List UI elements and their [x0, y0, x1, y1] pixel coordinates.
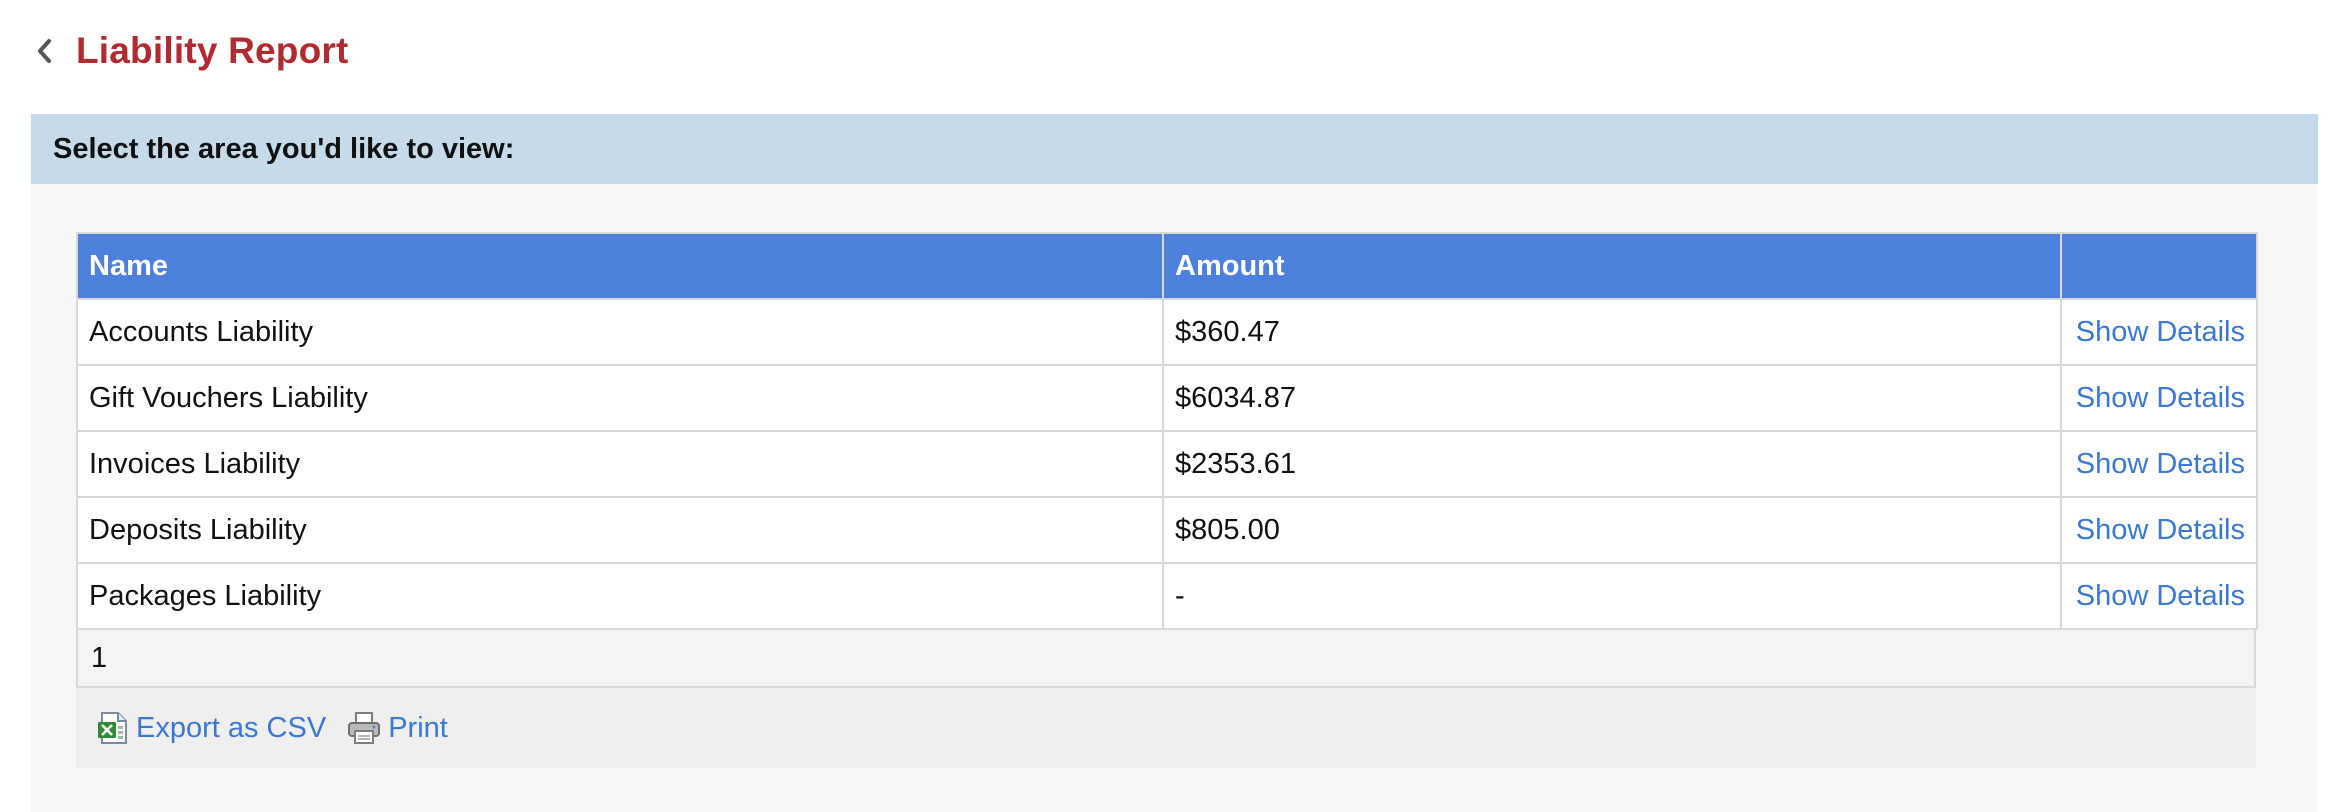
table-row: Accounts Liability $360.47 Show Details [76, 298, 2258, 366]
row-action-cell: Show Details [2060, 496, 2258, 564]
row-name: Invoices Liability [76, 430, 1164, 498]
row-name: Accounts Liability [76, 298, 1164, 366]
row-amount: $805.00 [1162, 496, 2062, 564]
print-label[interactable]: Print [388, 712, 448, 745]
table-row: Gift Vouchers Liability $6034.87 Show De… [76, 364, 2258, 432]
show-details-link[interactable]: Show Details [2076, 514, 2245, 546]
page-title: Liability Report [76, 30, 349, 71]
export-csv-label[interactable]: Export as CSV [136, 712, 326, 745]
export-csv-button[interactable]: Export as CSV [96, 710, 326, 746]
table-footer-actions: Export as CSV Print [76, 688, 2256, 768]
show-details-link[interactable]: Show Details [2076, 580, 2245, 612]
row-name: Packages Liability [76, 562, 1164, 630]
column-header-name[interactable]: Name [76, 232, 1164, 300]
show-details-link[interactable]: Show Details [2076, 382, 2245, 414]
csv-file-icon [96, 710, 130, 746]
row-action-cell: Show Details [2060, 364, 2258, 432]
row-name: Gift Vouchers Liability [76, 364, 1164, 432]
back-chevron-icon[interactable] [36, 31, 66, 71]
row-action-cell: Show Details [2060, 430, 2258, 498]
print-button[interactable]: Print [346, 710, 448, 746]
row-amount: $6034.87 [1162, 364, 2062, 432]
table-row: Invoices Liability $2353.61 Show Details [76, 430, 2258, 498]
row-action-cell: Show Details [2060, 562, 2258, 630]
row-amount: $360.47 [1162, 298, 2062, 366]
report-panel: Select the area you'd like to view: Name… [31, 114, 2318, 812]
liability-table: Name Amount Accounts Liability $360.47 S… [76, 232, 2258, 630]
column-header-actions [2060, 232, 2258, 300]
pagination: 1 [76, 630, 2256, 688]
page-header: Liability Report [36, 24, 349, 78]
column-header-amount[interactable]: Amount [1162, 232, 2062, 300]
page-number[interactable]: 1 [91, 642, 107, 675]
table-row: Deposits Liability $805.00 Show Details [76, 496, 2258, 564]
row-amount: $2353.61 [1162, 430, 2062, 498]
show-details-link[interactable]: Show Details [2076, 448, 2245, 480]
panel-prompt: Select the area you'd like to view: [31, 114, 2318, 184]
show-details-link[interactable]: Show Details [2076, 316, 2245, 348]
printer-icon [346, 710, 382, 746]
report-table-wrapper: Name Amount Accounts Liability $360.47 S… [76, 232, 2258, 768]
table-row: Packages Liability - Show Details [76, 562, 2258, 630]
row-action-cell: Show Details [2060, 298, 2258, 366]
row-amount: - [1162, 562, 2062, 630]
row-name: Deposits Liability [76, 496, 1164, 564]
table-header-row: Name Amount [76, 232, 2258, 300]
